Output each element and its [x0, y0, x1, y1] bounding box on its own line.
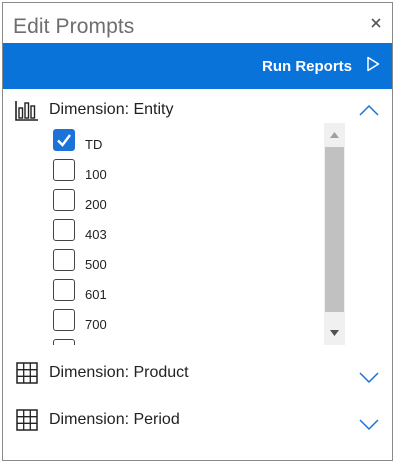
list-item[interactable]: 601: [49, 279, 309, 309]
option-label: 100: [85, 167, 107, 182]
checkbox[interactable]: [53, 219, 75, 241]
option-label: 200: [85, 197, 107, 212]
grid-icon: [15, 362, 39, 384]
chevron-down-icon[interactable]: [358, 417, 380, 431]
dialog-title: Edit Prompts: [13, 15, 135, 38]
checkmark-icon: [57, 134, 71, 147]
checkbox[interactable]: [53, 309, 75, 331]
checkbox[interactable]: [53, 159, 75, 181]
dialog-titlebar: Edit Prompts: [3, 3, 392, 43]
list-item[interactable]: 100: [49, 159, 309, 189]
checkbox-checked[interactable]: [53, 129, 75, 151]
chevron-down-icon[interactable]: [358, 370, 380, 384]
scroll-down-arrow-icon[interactable]: [324, 323, 345, 343]
list-item[interactable]: TD: [49, 129, 309, 159]
list-item[interactable]: 500: [49, 249, 309, 279]
option-label: TD: [85, 137, 103, 152]
list-item[interactable]: [49, 339, 309, 345]
play-outline-icon: [366, 56, 380, 76]
option-label: 403: [85, 227, 107, 242]
list-item[interactable]: 700: [49, 309, 309, 339]
bar-chart-icon: [15, 99, 39, 121]
scrollbar-thumb[interactable]: [325, 147, 344, 312]
run-reports-button[interactable]: Run Reports: [262, 43, 380, 89]
run-toolbar: Run Reports: [3, 43, 392, 89]
section-period-label: Dimension: Period: [49, 411, 180, 428]
section-entity-header[interactable]: Dimension: Entity: [3, 93, 392, 127]
option-label: 601: [85, 287, 107, 302]
run-reports-label: Run Reports: [262, 57, 352, 75]
section-product-label: Dimension: Product: [49, 364, 189, 381]
checkbox[interactable]: [53, 279, 75, 301]
option-label: 700: [85, 317, 107, 332]
edit-prompts-dialog: Edit Prompts Run Reports Dimension: Enti…: [2, 2, 393, 461]
entity-list-scrollbar[interactable]: [324, 123, 345, 345]
section-period-header[interactable]: Dimension: Period: [3, 403, 392, 437]
close-icon[interactable]: [368, 15, 384, 31]
section-product-header[interactable]: Dimension: Product: [3, 356, 392, 390]
checkbox[interactable]: [53, 339, 75, 345]
list-item[interactable]: 403: [49, 219, 309, 249]
list-item[interactable]: 200: [49, 189, 309, 219]
chevron-up-icon[interactable]: [358, 103, 380, 117]
section-entity-label: Dimension: Entity: [49, 101, 174, 118]
checkbox[interactable]: [53, 249, 75, 271]
option-label: 500: [85, 257, 107, 272]
entity-options-list: TD 100 200 403 500 601 700: [49, 123, 349, 345]
scroll-up-arrow-icon[interactable]: [324, 125, 345, 145]
grid-icon: [15, 409, 39, 431]
checkbox[interactable]: [53, 189, 75, 211]
